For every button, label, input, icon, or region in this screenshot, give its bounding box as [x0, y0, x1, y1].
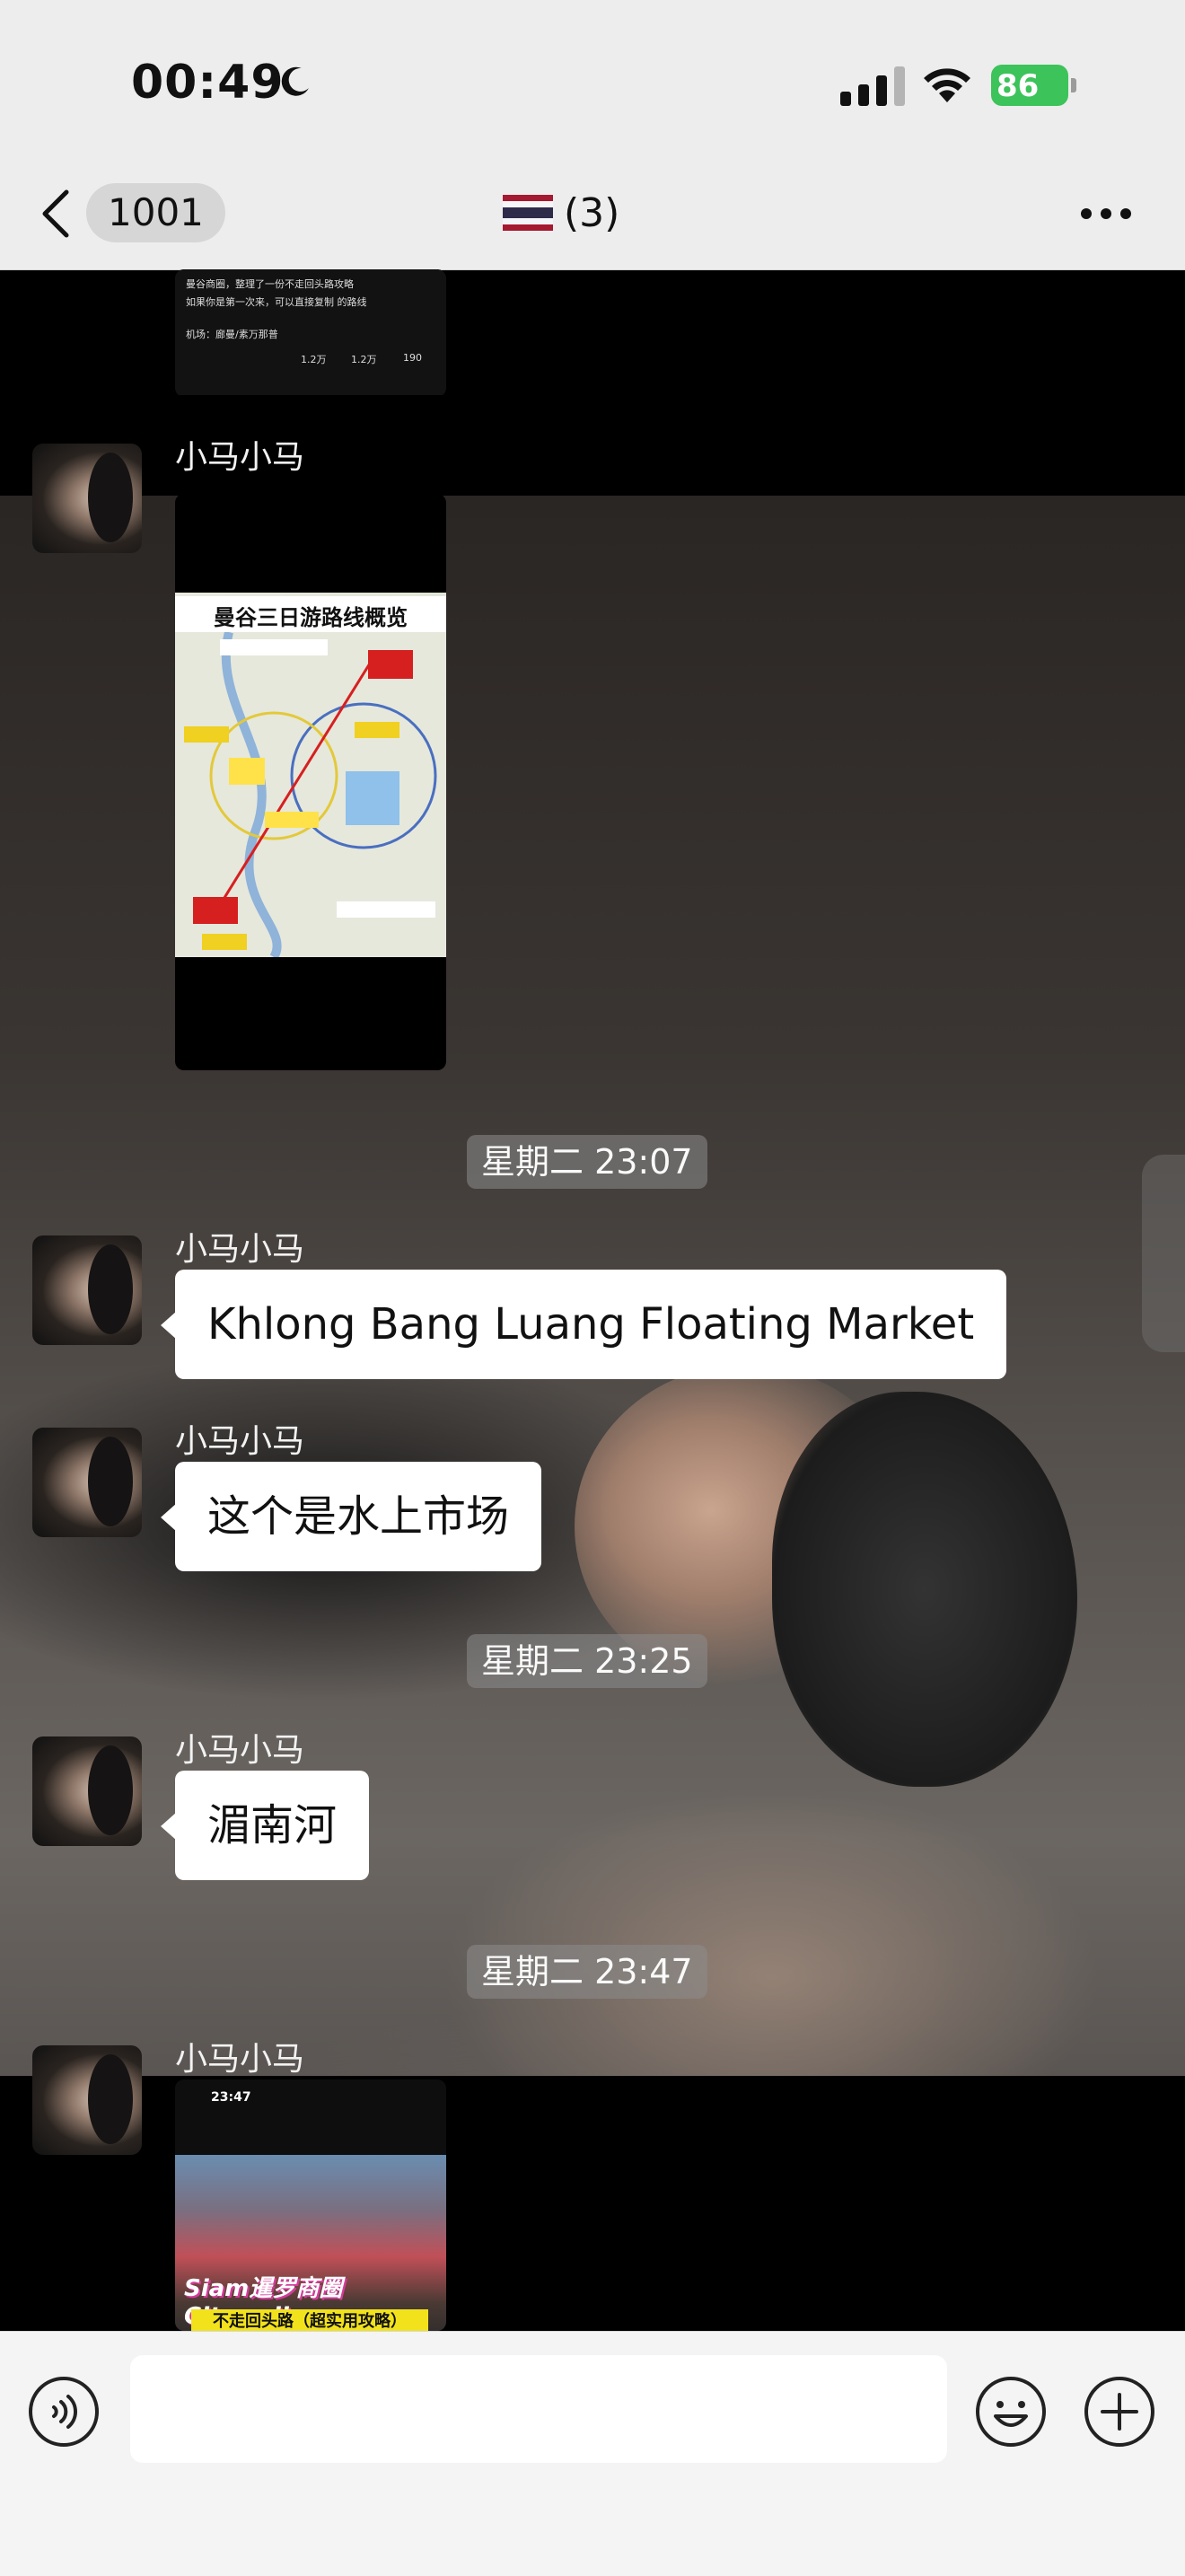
map-title: 曼谷三日游路线概览: [175, 596, 446, 635]
group-member-count: (3): [564, 189, 620, 236]
post-comments: 190: [403, 352, 422, 364]
status-time: 00:49: [131, 56, 285, 110]
post-likes: 1.2万: [301, 354, 327, 365]
avatar[interactable]: [32, 2045, 142, 2155]
plus-icon[interactable]: [1083, 2375, 1156, 2449]
sender-name: 小马小马: [175, 439, 305, 476]
shared-screenshot: 23:47 Siam暹罗商圈Citywalk 不走回头路（超实用攻略）: [175, 2079, 446, 2331]
status-bar: 00:49 86: [0, 0, 1185, 162]
post-stars: 1.2万: [351, 354, 377, 365]
post-snippet: 曼谷商圈，整理了一份不走回头路攻略 如果你是第一次来，可以直接复制 的路线 机场…: [175, 269, 446, 395]
side-drawer-handle[interactable]: [1142, 1155, 1185, 1352]
post-line: 曼谷商圈，整理了一份不走回头路攻略: [186, 278, 354, 290]
avatar[interactable]: [32, 1736, 142, 1846]
message-input[interactable]: [130, 2355, 947, 2463]
message-bubble[interactable]: Khlong Bang Luang Floating Market: [160, 1270, 1007, 1379]
route-map-image: 曼谷三日游路线概览: [175, 593, 446, 957]
sender-name: 小马小马: [175, 1231, 305, 1268]
wifi-icon: [924, 68, 970, 102]
post-line: 机场：廊曼/素万那普: [186, 329, 278, 340]
message-bubble[interactable]: 这个是水上市场: [160, 1462, 542, 1571]
map-image-message[interactable]: 曼谷三日游路线概览: [175, 494, 446, 1070]
emoji-icon[interactable]: [974, 2375, 1048, 2449]
message-bubble[interactable]: 湄南河: [160, 1771, 370, 1880]
avatar[interactable]: [32, 444, 142, 553]
voice-icon[interactable]: [27, 2375, 101, 2449]
timestamp: 星期二 23:47: [467, 1945, 707, 1999]
input-bar: [0, 2331, 1185, 2576]
timestamp: 星期二 23:07: [467, 1135, 707, 1189]
chat-header: 1001 (3): [0, 162, 1185, 270]
chevron-left-icon[interactable]: [38, 185, 74, 242]
route-map-graphic: [175, 632, 446, 957]
battery-level: 86: [996, 68, 1040, 104]
screenshot-image-message[interactable]: 23:47 Siam暹罗商圈Citywalk 不走回头路（超实用攻略）: [175, 2079, 446, 2331]
signal-icon: [840, 66, 905, 106]
more-dots-icon[interactable]: [1079, 207, 1133, 221]
unread-count-badge[interactable]: 1001: [86, 183, 225, 242]
avatar[interactable]: [32, 1235, 142, 1345]
screenshot-time: 23:47: [211, 2090, 251, 2105]
screenshot-subcaption: 不走回头路（超实用攻略）: [191, 2309, 428, 2331]
thai-flag-icon: [503, 195, 553, 231]
sender-name: 小马小马: [175, 1732, 305, 1769]
chat-title[interactable]: (3): [503, 183, 682, 242]
moon-icon: [281, 66, 309, 96]
avatar[interactable]: [32, 1428, 142, 1537]
post-line: 如果你是第一次来，可以直接复制 的路线: [186, 296, 367, 308]
sender-name: 小马小马: [175, 1423, 305, 1460]
battery-indicator: 86: [991, 65, 1077, 106]
shared-post-image[interactable]: 曼谷商圈，整理了一份不走回头路攻略 如果你是第一次来，可以直接复制 的路线 机场…: [175, 269, 446, 397]
timestamp: 星期二 23:25: [467, 1634, 707, 1688]
sender-name: 小马小马: [175, 2041, 305, 2078]
